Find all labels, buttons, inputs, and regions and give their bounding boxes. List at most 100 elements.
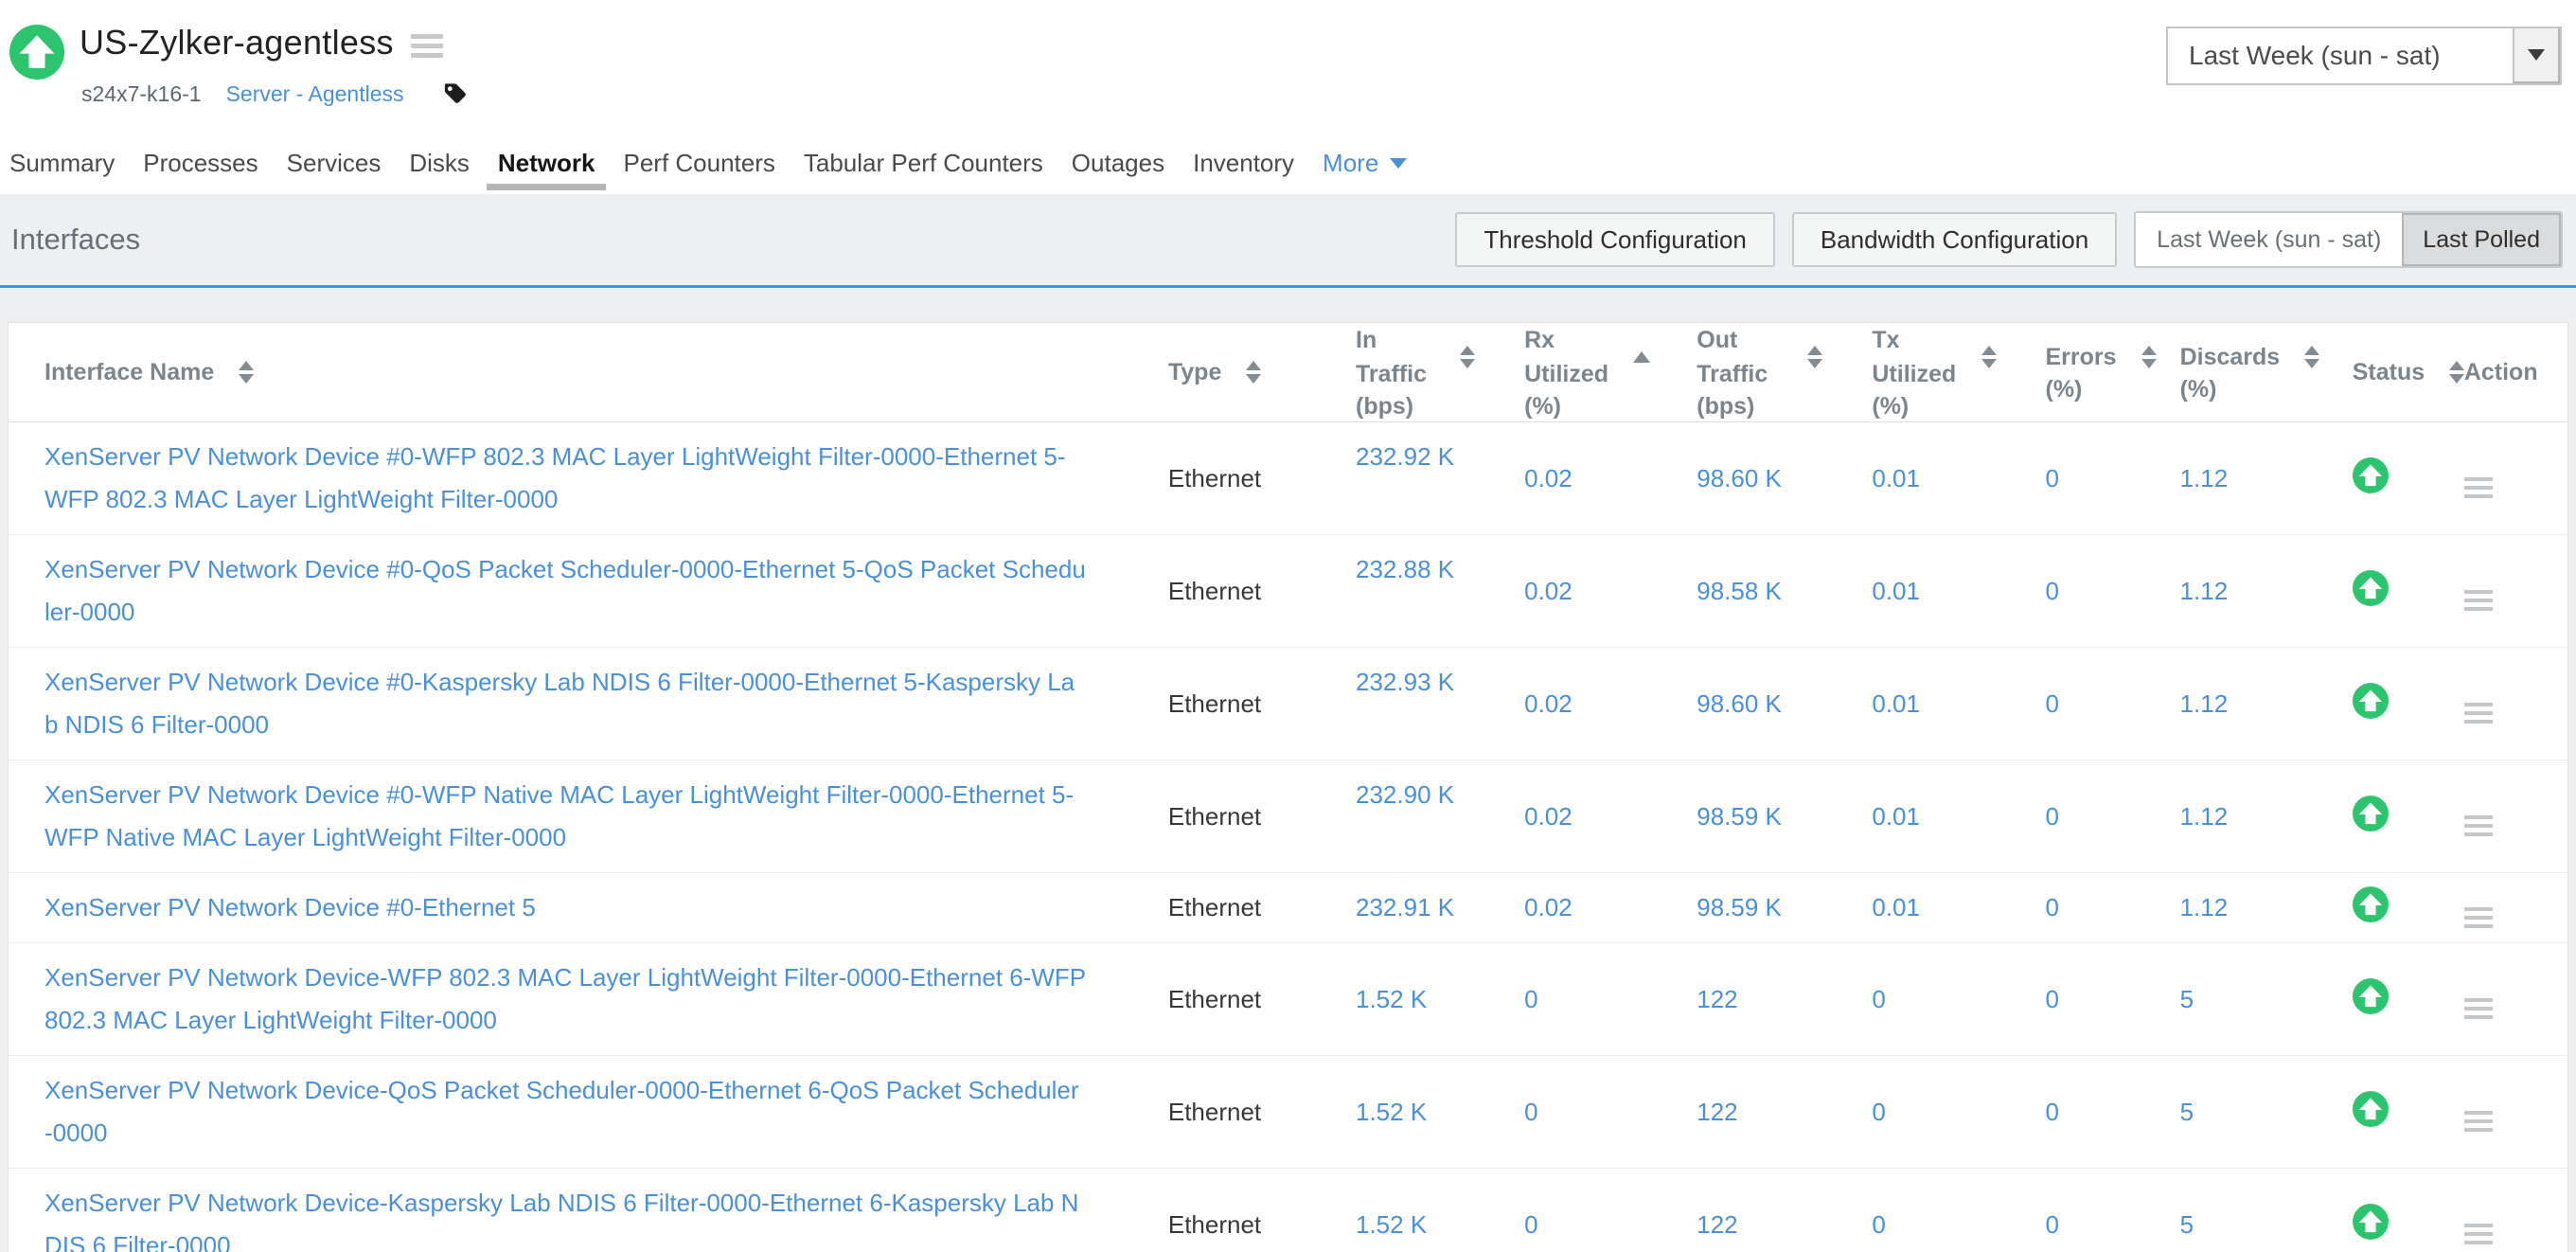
tab-outages[interactable]: Outages — [1072, 149, 1164, 178]
monitor-menu-icon[interactable] — [411, 34, 443, 58]
errors-value[interactable]: 0 — [2046, 1098, 2059, 1126]
sort-icon[interactable] — [2141, 346, 2157, 368]
column-header-out-traffic[interactable]: Out Traffic(bps) — [1647, 323, 1822, 422]
tx-utilized-value[interactable]: 0.01 — [1872, 802, 1920, 831]
column-header-tx-utilized[interactable]: Tx Utilized(%) — [1822, 323, 1996, 422]
tab-disks[interactable]: Disks — [409, 149, 470, 178]
tx-utilized-value[interactable]: 0.01 — [1872, 464, 1920, 492]
sort-icon[interactable] — [2304, 346, 2319, 368]
rx-utilized-value[interactable]: 0.02 — [1524, 893, 1572, 921]
bandwidth-configuration-button[interactable]: Bandwidth Configuration — [1792, 212, 2117, 267]
errors-value[interactable]: 0 — [2046, 689, 2059, 718]
errors-value[interactable]: 0 — [2046, 802, 2059, 831]
action-menu-icon[interactable] — [2464, 907, 2493, 928]
tx-utilized-value[interactable]: 0.01 — [1872, 577, 1920, 605]
errors-value[interactable]: 0 — [2046, 464, 2059, 492]
in-traffic-value[interactable]: 232.92 K — [1356, 442, 1454, 471]
interface-name-link[interactable]: XenServer PV Network Device #0-QoS Packe… — [44, 535, 1087, 647]
tx-utilized-value[interactable]: 0 — [1872, 1098, 1885, 1126]
tx-utilized-value[interactable]: 0 — [1872, 985, 1885, 1013]
in-traffic-value[interactable]: 232.88 K — [1356, 555, 1454, 583]
errors-value[interactable]: 0 — [2046, 985, 2059, 1013]
discards-value[interactable]: 1.12 — [2180, 689, 2229, 718]
discards-value[interactable]: 5 — [2180, 1210, 2194, 1239]
tab-services[interactable]: Services — [287, 149, 382, 178]
discards-value[interactable]: 1.12 — [2180, 464, 2229, 492]
in-traffic-value[interactable]: 1.52 K — [1356, 985, 1427, 1013]
in-traffic-value[interactable]: 1.52 K — [1356, 1210, 1427, 1239]
out-traffic-value[interactable]: 122 — [1697, 1098, 1737, 1126]
out-traffic-value[interactable]: 98.59 K — [1697, 893, 1782, 921]
action-menu-icon[interactable] — [2464, 998, 2493, 1019]
discards-value[interactable]: 1.12 — [2180, 893, 2229, 921]
tab-more[interactable]: More — [1323, 149, 1407, 178]
interface-name-link[interactable]: XenServer PV Network Device #0-WFP Nativ… — [44, 760, 1087, 872]
tx-utilized-value[interactable]: 0.01 — [1872, 689, 1920, 718]
column-header-in-traffic[interactable]: In Traffic(bps) — [1306, 323, 1475, 422]
column-header-errors[interactable]: Errors(%) — [1997, 323, 2131, 422]
column-header-name[interactable]: Interface Name — [9, 323, 1119, 422]
rx-utilized-value[interactable]: 0.02 — [1524, 464, 1572, 492]
sort-icon[interactable] — [2449, 361, 2464, 384]
sort-ascending-icon[interactable] — [1633, 351, 1650, 363]
tab-inventory[interactable]: Inventory — [1193, 149, 1294, 178]
rx-utilized-value[interactable]: 0.02 — [1524, 577, 1572, 605]
out-traffic-value[interactable]: 98.60 K — [1697, 689, 1782, 718]
in-traffic-value[interactable]: 232.93 K — [1356, 668, 1454, 696]
interface-name-link[interactable]: XenServer PV Network Device-Kaspersky La… — [44, 1169, 1087, 1252]
action-menu-icon[interactable] — [2464, 590, 2493, 611]
discards-value[interactable]: 5 — [2180, 1098, 2194, 1126]
rx-utilized-value[interactable]: 0.02 — [1524, 802, 1572, 831]
column-header-rx-utilized[interactable]: Rx Utilized(%) — [1475, 323, 1647, 422]
threshold-configuration-button[interactable]: Threshold Configuration — [1455, 212, 1775, 267]
out-traffic-value[interactable]: 98.60 K — [1697, 464, 1782, 492]
discards-value[interactable]: 5 — [2180, 985, 2194, 1013]
sort-icon[interactable] — [1460, 346, 1475, 368]
tx-utilized-value[interactable]: 0 — [1872, 1210, 1885, 1239]
tab-network[interactable]: Network — [498, 149, 595, 178]
toggle-option-last-polled[interactable]: Last Polled — [2402, 213, 2561, 266]
out-traffic-value[interactable]: 98.58 K — [1697, 577, 1782, 605]
sort-icon[interactable] — [1807, 346, 1822, 368]
action-menu-icon[interactable] — [2464, 477, 2493, 498]
action-menu-icon[interactable] — [2464, 1224, 2493, 1244]
action-menu-icon[interactable] — [2464, 815, 2493, 836]
interface-name-link[interactable]: XenServer PV Network Device-WFP 802.3 MA… — [44, 943, 1087, 1055]
out-traffic-value[interactable]: 122 — [1697, 1210, 1737, 1239]
action-menu-icon[interactable] — [2464, 1111, 2493, 1132]
sort-icon[interactable] — [1981, 346, 1997, 368]
rx-utilized-value[interactable]: 0 — [1524, 1098, 1537, 1126]
tab-perf-counters[interactable]: Perf Counters — [623, 149, 774, 178]
monitor-type-link[interactable]: Server - Agentless — [226, 81, 404, 107]
tab-summary[interactable]: Summary — [9, 149, 115, 178]
interface-name-link[interactable]: XenServer PV Network Device #0-Kaspersky… — [44, 648, 1087, 760]
errors-value[interactable]: 0 — [2046, 893, 2059, 921]
tab-tabular-perf-counters[interactable]: Tabular Perf Counters — [804, 149, 1043, 178]
column-header-status[interactable]: Status — [2292, 323, 2415, 422]
interface-name-link[interactable]: XenServer PV Network Device #0-Ethernet … — [44, 873, 1087, 942]
rx-utilized-value[interactable]: 0 — [1524, 985, 1537, 1013]
discards-value[interactable]: 1.12 — [2180, 802, 2229, 831]
global-period-select[interactable]: Last Week (sun - sat) — [2166, 27, 2562, 85]
discards-value[interactable]: 1.12 — [2180, 577, 2229, 605]
tx-utilized-value[interactable]: 0.01 — [1872, 893, 1920, 921]
rx-utilized-value[interactable]: 0.02 — [1524, 689, 1572, 718]
in-traffic-value[interactable]: 232.91 K — [1356, 893, 1454, 921]
out-traffic-value[interactable]: 122 — [1697, 985, 1737, 1013]
sort-icon[interactable] — [1246, 361, 1261, 384]
in-traffic-value[interactable]: 1.52 K — [1356, 1098, 1427, 1126]
errors-value[interactable]: 0 — [2046, 577, 2059, 605]
in-traffic-value[interactable]: 232.90 K — [1356, 780, 1454, 809]
column-header-type[interactable]: Type — [1119, 323, 1306, 422]
errors-value[interactable]: 0 — [2046, 1210, 2059, 1239]
interface-name-link[interactable]: XenServer PV Network Device #0-WFP 802.3… — [44, 422, 1087, 534]
tab-processes[interactable]: Processes — [143, 149, 258, 178]
tag-icon[interactable] — [442, 81, 468, 107]
action-menu-icon[interactable] — [2464, 703, 2493, 724]
column-header-discards[interactable]: Discards(%) — [2131, 323, 2292, 422]
rx-utilized-value[interactable]: 0 — [1524, 1210, 1537, 1239]
sort-icon[interactable] — [239, 361, 254, 384]
toggle-option-last-week-sun-sat[interactable]: Last Week (sun - sat) — [2136, 213, 2402, 266]
dropdown-arrow-icon[interactable] — [2513, 28, 2560, 83]
out-traffic-value[interactable]: 98.59 K — [1697, 802, 1782, 831]
